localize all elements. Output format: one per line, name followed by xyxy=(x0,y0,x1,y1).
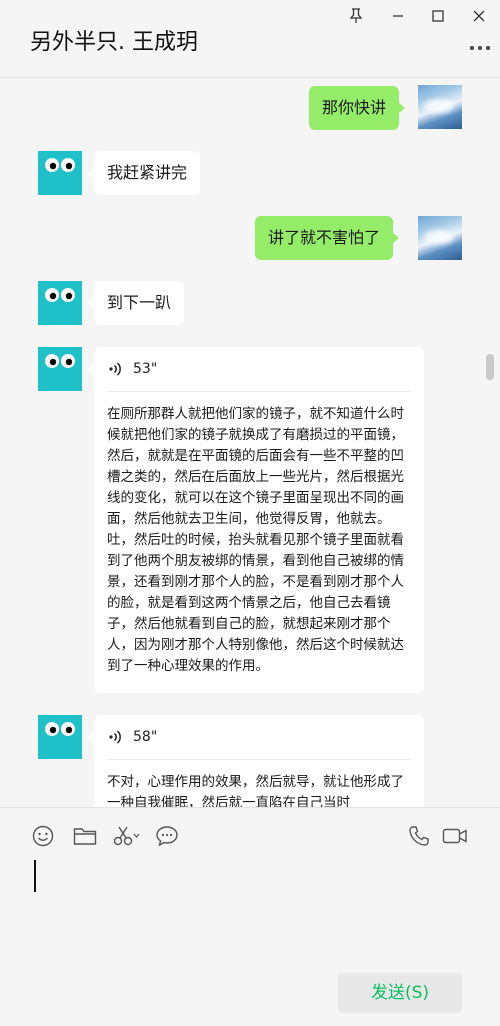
maximize-icon[interactable] xyxy=(425,6,451,26)
phone-icon[interactable] xyxy=(406,824,432,848)
voice-message-card[interactable]: 58" 不对，心理作用的效果，然后就导，就让他形成了一种自我催眠，然后就一直陷在… xyxy=(88,715,424,807)
minimize-icon[interactable] xyxy=(385,6,411,26)
voice-transcript: 在厕所那群人就把他们家的镜子，就不知道什么时候就把他们家的镜子就换成了有磨损过的… xyxy=(107,406,404,674)
message-input[interactable] xyxy=(30,856,470,956)
message-bubble-received[interactable]: 到下一趴 xyxy=(87,281,185,325)
chat-title: 另外半只. 王成玥 xyxy=(30,30,198,55)
peer-avatar[interactable] xyxy=(38,281,82,325)
voice-message-header[interactable]: 53" xyxy=(107,347,411,392)
title-bar: 另外半只. 王成玥 xyxy=(0,0,500,78)
message-bubble-received[interactable]: 我赶紧讲完 xyxy=(87,151,201,195)
message-bubble-sent[interactable]: 讲了就不害怕了 xyxy=(255,216,400,260)
send-button[interactable]: 发送(S) xyxy=(338,973,462,1013)
eyes-icon xyxy=(45,288,75,302)
eyes-icon xyxy=(45,354,75,368)
video-call-icon[interactable] xyxy=(441,824,469,848)
my-avatar[interactable] xyxy=(418,216,462,260)
scrollbar-thumb[interactable] xyxy=(486,354,494,380)
voice-message-card[interactable]: 53" 在厕所那群人就把他们家的镜子，就不知道什么时候就把他们家的镜子就换成了有… xyxy=(88,347,424,693)
scissors-icon[interactable] xyxy=(112,824,142,848)
voice-duration: 53" xyxy=(133,361,158,377)
peer-avatar[interactable] xyxy=(38,151,82,195)
my-avatar[interactable] xyxy=(418,85,462,129)
voice-transcript: 不对，心理作用的效果，然后就导，就让他形成了一种自我催眠，然后就一直陷在自己当时 xyxy=(107,774,404,807)
eyes-icon xyxy=(45,722,75,736)
voice-message-header[interactable]: 58" xyxy=(107,715,411,760)
pin-icon[interactable] xyxy=(343,6,369,26)
folder-icon[interactable] xyxy=(72,824,98,848)
message-list[interactable]: 那你快讲 我赶紧讲完 讲了就不害怕了 到下一趴 53" 在厕所那群人就把他们家的… xyxy=(0,79,500,807)
chat-bubble-icon[interactable] xyxy=(154,824,180,848)
peer-avatar[interactable] xyxy=(38,347,82,391)
message-bubble-sent[interactable]: 那你快讲 xyxy=(309,86,406,130)
eyes-icon xyxy=(45,158,75,172)
voice-duration: 58" xyxy=(133,729,158,745)
emoji-icon[interactable] xyxy=(30,824,56,848)
voice-wave-icon xyxy=(109,730,121,744)
peer-avatar[interactable] xyxy=(38,715,82,759)
close-icon[interactable] xyxy=(466,6,492,26)
more-icon[interactable] xyxy=(466,38,494,58)
composer: 发送(S) xyxy=(0,807,500,1026)
voice-wave-icon xyxy=(109,362,121,376)
